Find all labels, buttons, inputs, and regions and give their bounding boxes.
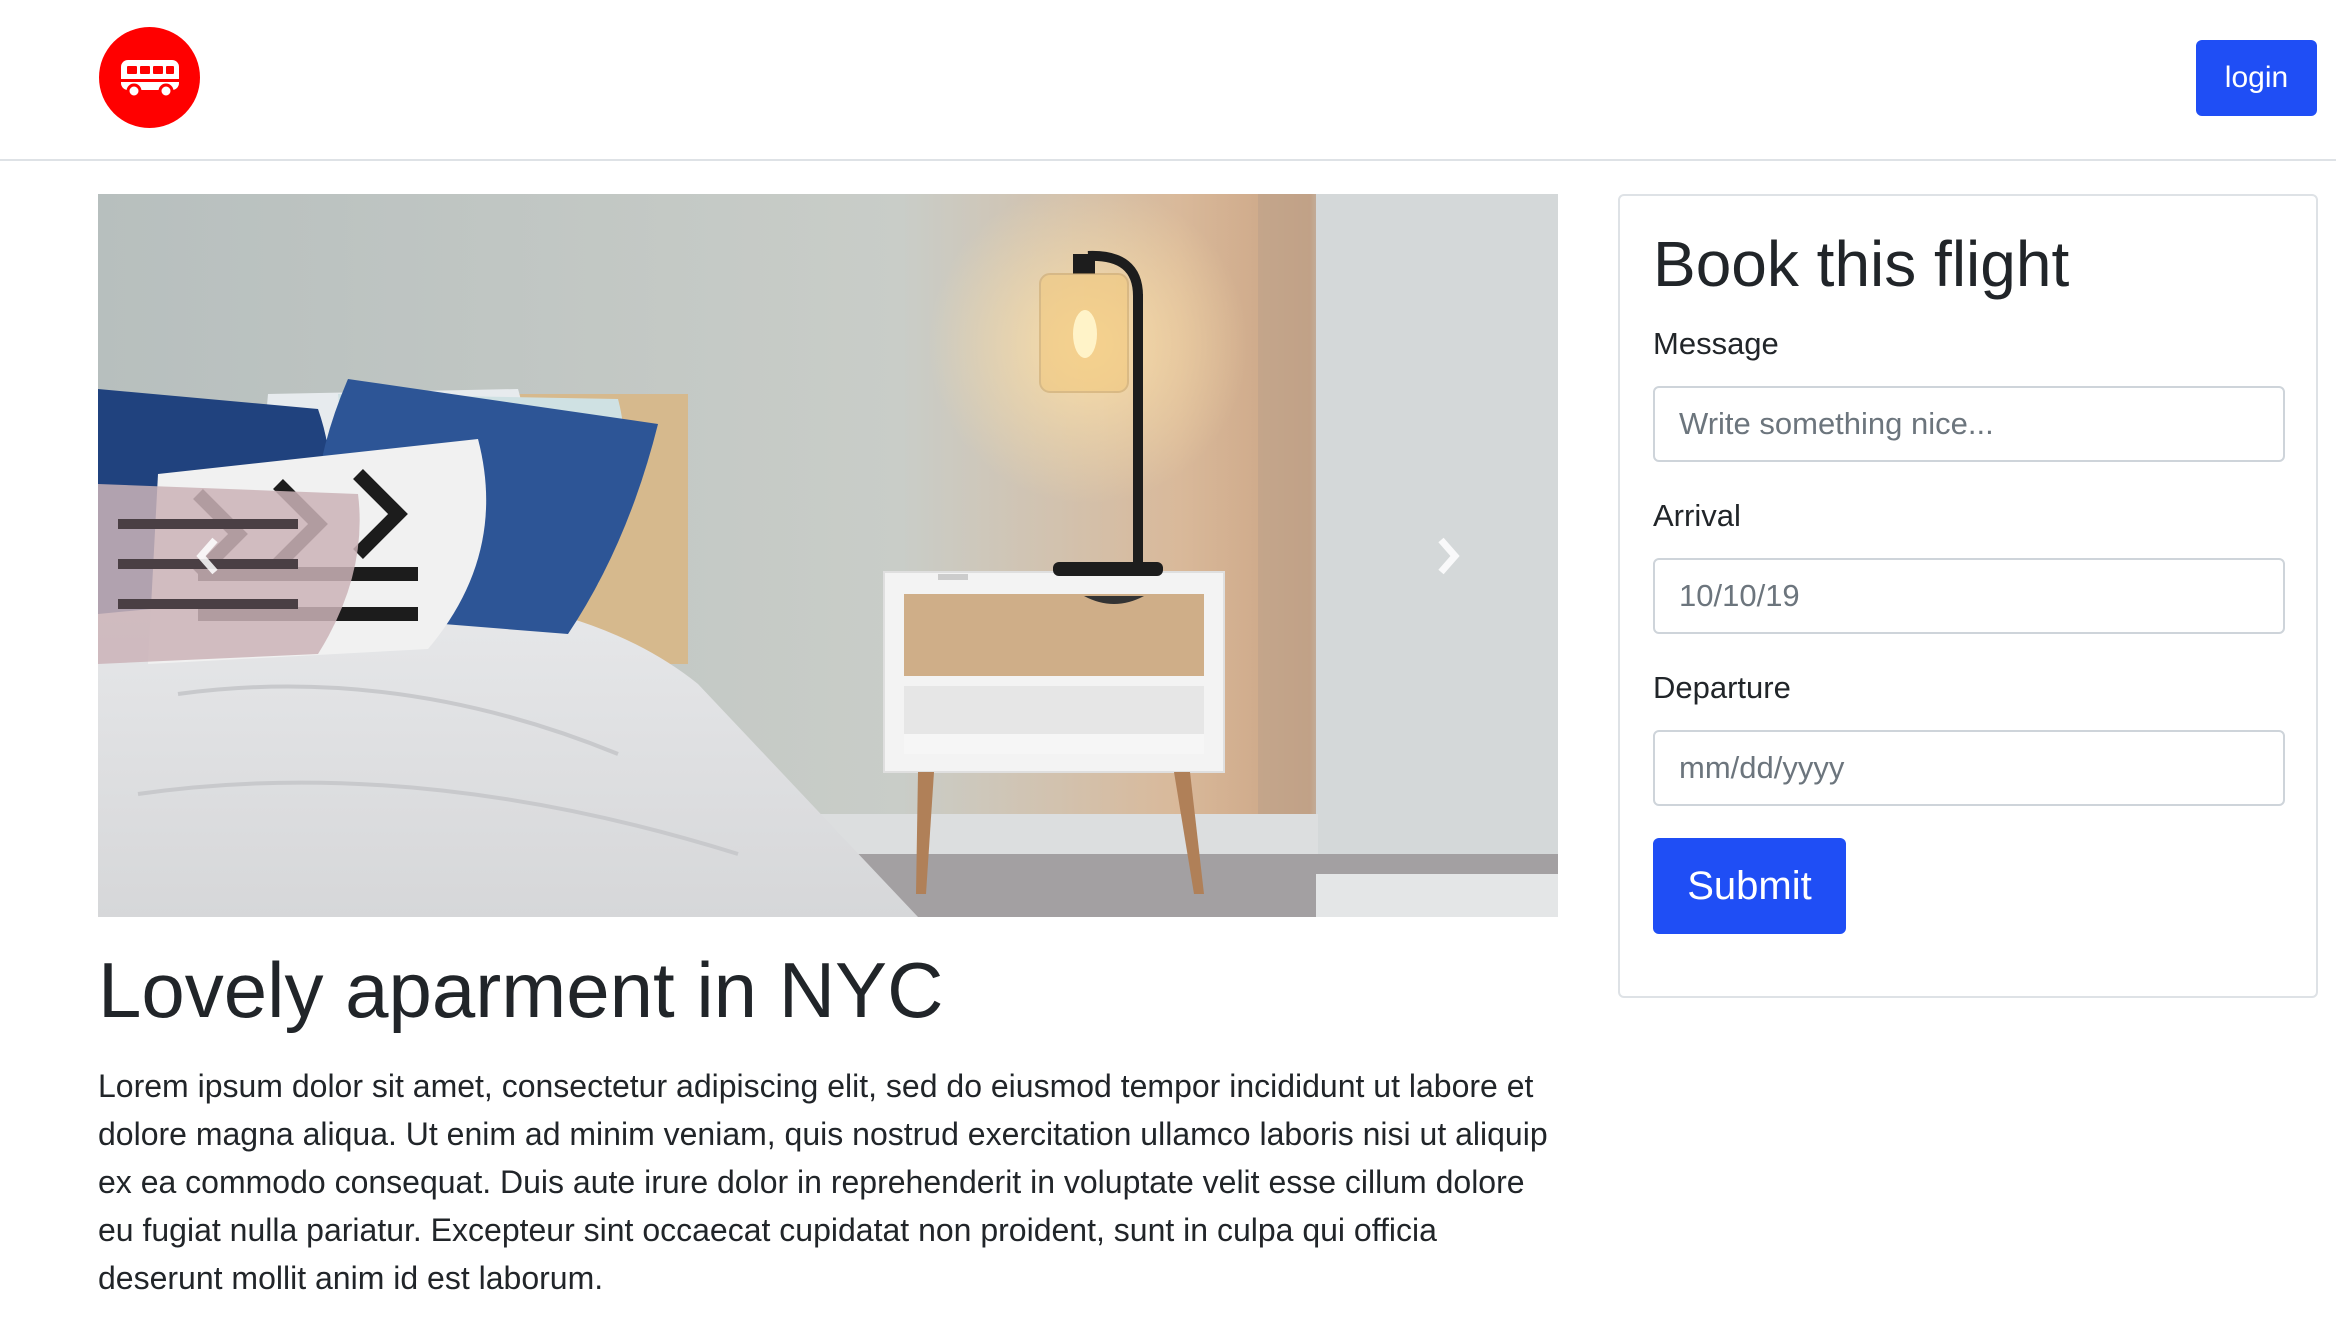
departure-input[interactable]	[1653, 730, 2285, 806]
booking-card: Book this flight Message Arrival Departu…	[1618, 194, 2318, 998]
bus-icon	[120, 59, 179, 98]
image-carousel	[98, 194, 1558, 917]
chevron-left-icon	[196, 537, 218, 574]
carousel-next-button[interactable]	[1338, 194, 1558, 917]
submit-button[interactable]: Submit	[1653, 838, 1846, 934]
message-label: Message	[1653, 326, 1779, 361]
navbar: login	[0, 0, 2336, 161]
chevron-right-icon	[1438, 537, 1460, 574]
carousel-prev-button[interactable]	[98, 194, 318, 917]
arrival-label: Arrival	[1653, 498, 1741, 533]
booking-title: Book this flight	[1653, 228, 2070, 300]
listing-description: Lorem ipsum dolor sit amet, consectetur …	[98, 1068, 1548, 1296]
message-input[interactable]	[1653, 386, 2285, 462]
departure-label: Departure	[1653, 670, 1791, 705]
login-button[interactable]: login	[2196, 40, 2317, 116]
logo[interactable]	[99, 27, 200, 128]
listing-title: Lovely aparment in NYC	[98, 946, 944, 1034]
arrival-input[interactable]	[1653, 558, 2285, 634]
